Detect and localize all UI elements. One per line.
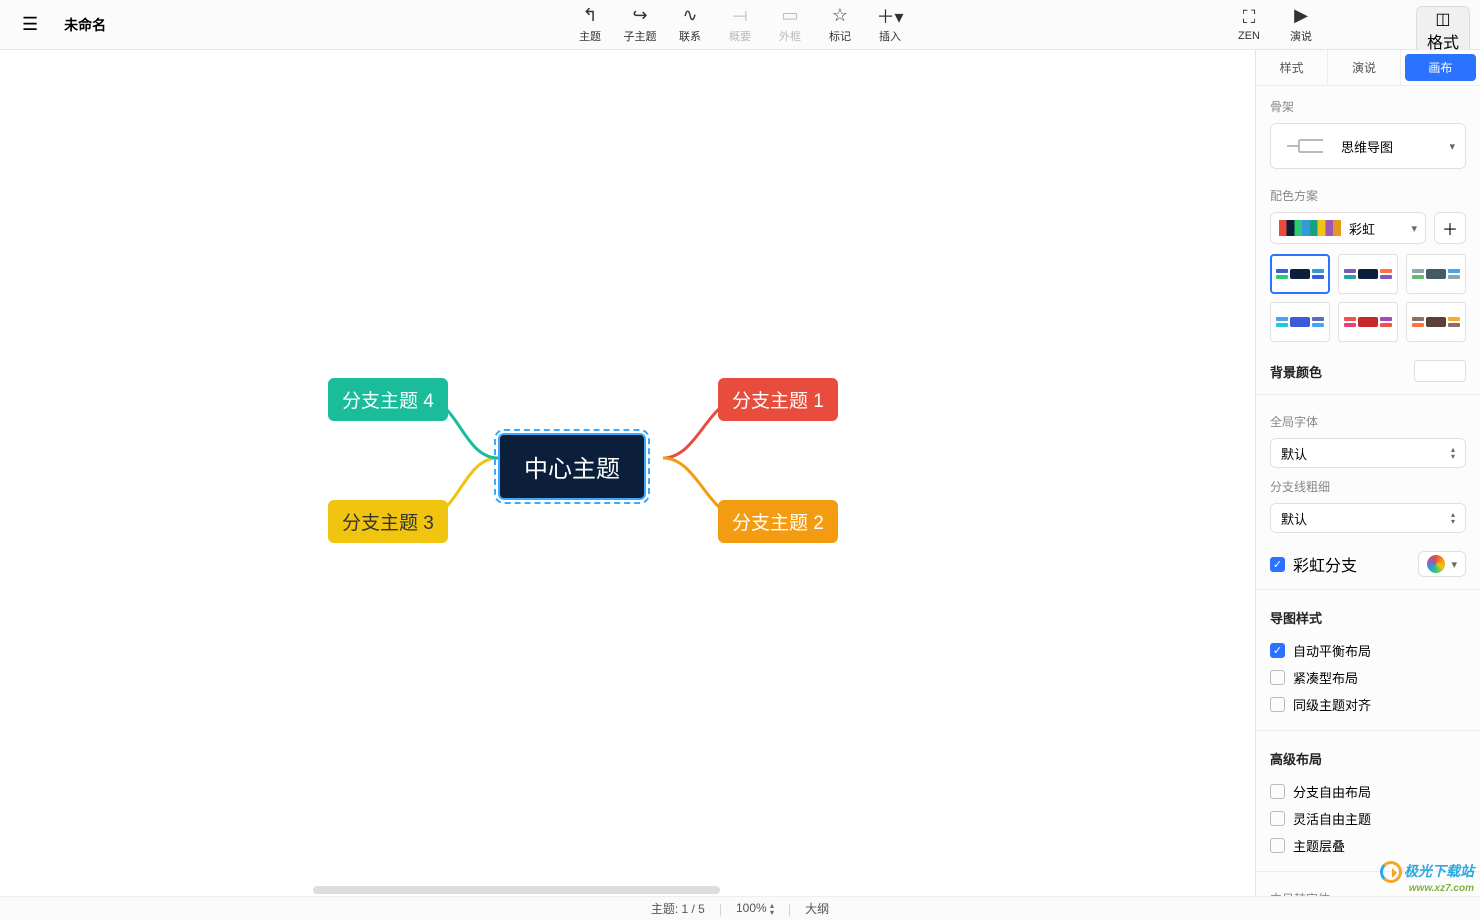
relation-icon: ∿ bbox=[682, 6, 697, 26]
colorscheme-label: 配色方案 bbox=[1270, 187, 1466, 204]
format-icon: ◫ bbox=[1435, 9, 1450, 29]
mapstyle-row-0: ✓ 自动平衡布局 bbox=[1270, 637, 1466, 664]
rainbow-color-button[interactable]: ▾ bbox=[1418, 551, 1466, 577]
toolbar-relation[interactable]: ∿联系 bbox=[671, 6, 709, 44]
toolbar-boundary: ▭外框 bbox=[771, 6, 809, 44]
menu-button[interactable]: ☰ bbox=[0, 14, 60, 35]
toolbar-marker[interactable]: ☆标记 bbox=[821, 6, 859, 44]
status-bar: 主题: 1 / 5 | 100% ▴▾ | 大纲 bbox=[0, 896, 1480, 920]
add-colorscheme-button[interactable]: ＋ bbox=[1434, 212, 1466, 244]
theme-preset-3[interactable] bbox=[1270, 302, 1330, 342]
toolbar-subtopic[interactable]: ↪子主题 bbox=[621, 6, 659, 44]
toolbar-insert[interactable]: ＋▾插入 bbox=[871, 6, 909, 44]
chevron-down-icon: ▾ bbox=[1449, 140, 1455, 153]
globalfont-value: 默认 bbox=[1281, 444, 1307, 463]
theme-preset-0[interactable] bbox=[1270, 254, 1330, 294]
mapstyle-checkbox-2[interactable] bbox=[1270, 697, 1285, 712]
bgcolor-label: 背景颜色 bbox=[1270, 362, 1322, 381]
branch-topic-2[interactable]: 分支主题 2 bbox=[718, 500, 838, 543]
marker-icon: ☆ bbox=[832, 6, 848, 26]
theme-preset-1[interactable] bbox=[1338, 254, 1398, 294]
mapstyle-row-1: 紧凑型布局 bbox=[1270, 664, 1466, 691]
panel-tab-1[interactable]: 演说 bbox=[1328, 50, 1400, 85]
branchwidth-value: 默认 bbox=[1281, 509, 1307, 528]
mapstyle-label-0: 自动平衡布局 bbox=[1293, 641, 1371, 660]
advanced-checkbox-0[interactable] bbox=[1270, 784, 1285, 799]
mapstyle-row-2: 同级主题对齐 bbox=[1270, 691, 1466, 718]
branch-topic-3[interactable]: 分支主题 3 bbox=[328, 500, 448, 543]
advanced-row-1: 灵活自由主题 bbox=[1270, 805, 1466, 832]
document-title: 未命名 bbox=[64, 15, 106, 35]
advanced-row-2: 主题层叠 bbox=[1270, 832, 1466, 859]
center-topic[interactable]: 中心主题 bbox=[498, 433, 646, 500]
subtopic-icon: ↪ bbox=[632, 6, 647, 26]
updown-icon: ▴▾ bbox=[1451, 446, 1455, 460]
rainbow-branch-checkbox[interactable]: ✓ bbox=[1270, 557, 1285, 572]
bgcolor-swatch[interactable] bbox=[1414, 360, 1466, 382]
colorscheme-value: 彩虹 bbox=[1349, 219, 1411, 238]
theme-preset-5[interactable] bbox=[1406, 302, 1466, 342]
globalfont-label: 全局字体 bbox=[1270, 413, 1466, 430]
branchwidth-selector[interactable]: 默认 ▴▾ bbox=[1270, 503, 1466, 533]
mapstyle-label-2: 同级主题对齐 bbox=[1293, 695, 1371, 714]
advanced-label-2: 主题层叠 bbox=[1293, 836, 1345, 855]
topic-icon: ↰ bbox=[582, 6, 597, 26]
mapstyle-label-1: 紧凑型布局 bbox=[1293, 668, 1358, 687]
theme-preset-2[interactable] bbox=[1406, 254, 1466, 294]
chevron-down-icon: ▾ bbox=[1451, 558, 1457, 571]
watermark: 极光下载站 www.xz7.com bbox=[1380, 861, 1474, 894]
zen-icon: ⛶ bbox=[1243, 8, 1256, 28]
status-topics: 主题: 1 / 5 bbox=[651, 900, 705, 917]
summary-icon: ⟞ bbox=[733, 6, 748, 26]
rainbow-branch-label: 彩虹分支 bbox=[1293, 552, 1357, 576]
status-outline[interactable]: 大纲 bbox=[805, 900, 829, 917]
top-toolbar: ☰ 未命名 ↰主题↪子主题∿联系⟞概要▭外框☆标记＋▾插入 ⛶ZEN▶演说 ◫ … bbox=[0, 0, 1480, 50]
globalfont-selector[interactable]: 默认 ▴▾ bbox=[1270, 438, 1466, 468]
status-zoom[interactable]: 100% ▴▾ bbox=[736, 901, 774, 916]
advanced-title: 高级布局 bbox=[1270, 749, 1466, 768]
rainbow-strip-icon bbox=[1279, 220, 1341, 236]
toolbar-summary: ⟞概要 bbox=[721, 6, 759, 44]
advanced-checkbox-2[interactable] bbox=[1270, 838, 1285, 853]
canvas[interactable]: 中心主题 分支主题 1 分支主题 2 分支主题 3 分支主题 4 bbox=[0, 50, 1255, 920]
skeleton-value: 思维导图 bbox=[1341, 137, 1437, 156]
chevron-down-icon: ▾ bbox=[1411, 222, 1417, 235]
toolbar-zen[interactable]: ⛶ZEN bbox=[1230, 6, 1268, 44]
horizontal-scrollbar[interactable] bbox=[8, 884, 1025, 896]
toolbar-topic[interactable]: ↰主题 bbox=[571, 6, 609, 44]
branchwidth-label: 分支线粗细 bbox=[1270, 478, 1466, 495]
format-panel: 样式演说画布 骨架 思维导图 ▾ 配色方案 彩虹 ▾ ＋ bbox=[1255, 50, 1480, 896]
skeleton-selector[interactable]: 思维导图 ▾ bbox=[1270, 123, 1466, 169]
mapstyle-checkbox-0[interactable]: ✓ bbox=[1270, 643, 1285, 658]
mapstyle-checkbox-1[interactable] bbox=[1270, 670, 1285, 685]
branch-topic-1[interactable]: 分支主题 1 bbox=[718, 378, 838, 421]
panel-tab-2[interactable]: 画布 bbox=[1405, 54, 1476, 81]
skeleton-label: 骨架 bbox=[1270, 98, 1466, 115]
branch-topic-4[interactable]: 分支主题 4 bbox=[328, 378, 448, 421]
insert-icon: ＋▾ bbox=[876, 6, 903, 26]
colorscheme-selector[interactable]: 彩虹 ▾ bbox=[1270, 212, 1426, 244]
updown-icon: ▴▾ bbox=[1451, 511, 1455, 525]
format-button[interactable]: ◫ 格式 bbox=[1416, 6, 1470, 56]
toolbar-present[interactable]: ▶演说 bbox=[1282, 6, 1320, 44]
advanced-checkbox-1[interactable] bbox=[1270, 811, 1285, 826]
theme-preset-4[interactable] bbox=[1338, 302, 1398, 342]
mapstyle-title: 导图样式 bbox=[1270, 608, 1466, 627]
boundary-icon: ▭ bbox=[781, 6, 798, 26]
advanced-row-0: 分支自由布局 bbox=[1270, 778, 1466, 805]
advanced-label-0: 分支自由布局 bbox=[1293, 782, 1371, 801]
panel-tab-0[interactable]: 样式 bbox=[1256, 50, 1328, 85]
present-icon: ▶ bbox=[1294, 6, 1308, 26]
rainbow-circle-icon bbox=[1427, 555, 1445, 573]
skeleton-thumb-icon bbox=[1281, 133, 1329, 159]
advanced-label-1: 灵活自由主题 bbox=[1293, 809, 1371, 828]
